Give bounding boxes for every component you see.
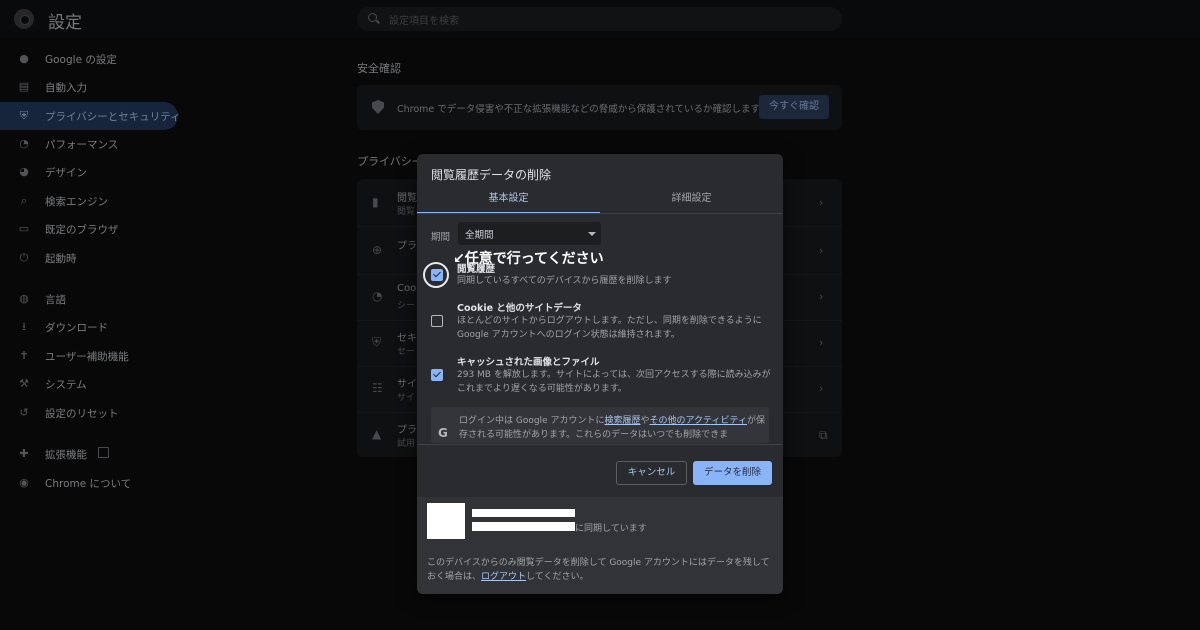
dropdown-caret-icon: [588, 232, 596, 236]
account-note: このデバイスからのみ閲覧データを削除して Google アカウントにはデータを残…: [427, 558, 770, 582]
redacted-name: [472, 509, 575, 517]
period-select[interactable]: 全期間: [458, 222, 601, 245]
tab-divider: [417, 213, 783, 214]
option-description: 293 MB を解放します。サイトによっては、次回アクセスする際に読み込みがこれ…: [457, 370, 771, 394]
account-section: に同期しています このデバイスからのみ閲覧データを削除して Google アカウ…: [417, 497, 783, 594]
annotation-ring: [423, 262, 449, 288]
option-description: 同期しているすべてのデバイスから履歴を削除します: [457, 276, 672, 286]
cache-checkbox[interactable]: [431, 369, 443, 381]
option-title: キャッシュされた画像とファイル: [457, 357, 600, 368]
google-account-info: G ログイン中は Google アカウントに検索履歴やその他のアクティビティが保…: [431, 407, 769, 443]
info-text: ログイン中は Google アカウントに検索履歴やその他のアクティビティが保存さ…: [459, 416, 765, 440]
logout-link[interactable]: ログアウト: [481, 572, 526, 582]
cookies-checkbox[interactable]: [431, 315, 443, 327]
cancel-button[interactable]: キャンセル: [616, 461, 687, 485]
footer-divider: [417, 444, 783, 445]
tab-basic[interactable]: 基本設定: [417, 192, 600, 214]
search-history-link[interactable]: 検索履歴: [604, 416, 640, 426]
redacted-email: [472, 522, 575, 531]
clear-browsing-data-dialog: 閲覧履歴データの削除 基本設定 詳細設定 期間 全期間 閲覧履歴 同期しているす…: [417, 154, 783, 594]
avatar: [427, 503, 465, 539]
google-icon: G: [438, 426, 448, 440]
dialog-title: 閲覧履歴データの削除: [431, 168, 552, 182]
other-activity-link[interactable]: その他のアクティビティ: [650, 416, 747, 426]
option-description: ほとんどのサイトからログアウトします。ただし、同期を削除できるように Googl…: [457, 316, 762, 340]
sync-status-text: に同期しています: [575, 524, 647, 534]
period-value: 全期間: [465, 230, 494, 241]
tab-advanced[interactable]: 詳細設定: [600, 192, 783, 214]
option-title: Cookie と他のサイトデータ: [457, 303, 582, 314]
annotation-text: ↙任意で行ってください: [453, 251, 604, 267]
period-label: 期間: [431, 232, 451, 243]
delete-data-button[interactable]: データを削除: [693, 461, 772, 485]
